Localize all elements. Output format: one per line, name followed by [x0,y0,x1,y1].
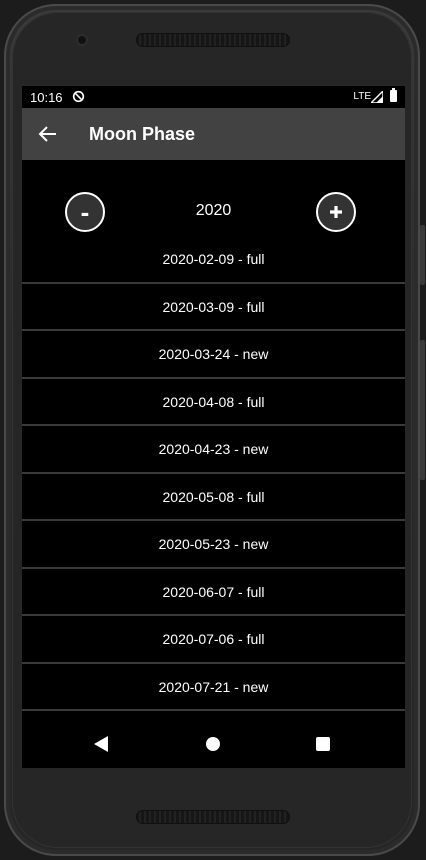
list-item[interactable]: 2020-05-08 - full [22,474,405,521]
network-type: LTE [353,91,371,102]
sync-icon [72,90,85,103]
app-bar: Moon Phase [22,108,405,160]
status-bar: 10:16 LTE [22,86,405,108]
status-time: 10:16 [30,90,63,105]
battery-icon [390,88,397,102]
list-item[interactable]: 2020-03-09 - full [22,284,405,331]
list-item[interactable]: 2020-05-23 - new [22,521,405,569]
list-item[interactable]: 2020-04-08 - full [22,379,405,426]
top-speaker [136,33,290,47]
screen: 10:16 LTE Moon Phase - 2020 2020-02-09 -… [22,86,405,768]
increment-year-button[interactable] [316,192,356,232]
bottom-speaker [136,810,290,824]
signal-icon [371,91,383,103]
year-selector: - 2020 [22,190,405,238]
list-item[interactable]: 2020-03-24 - new [22,331,405,379]
plus-icon [330,206,342,218]
power-button [420,225,425,285]
list-item[interactable]: 2020-07-21 - new [22,664,405,711]
list-item[interactable]: 2020-04-23 - new [22,426,405,474]
nav-home-icon[interactable] [206,737,220,751]
arrow-left-icon[interactable] [36,122,60,146]
list-item[interactable]: 2020-07-06 - full [22,616,405,664]
nav-recents-icon[interactable] [316,737,330,751]
list-item[interactable]: 2020-02-09 - full [22,236,405,284]
phase-list: 2020-02-09 - full 2020-03-09 - full 2020… [22,236,405,711]
front-camera [78,36,86,44]
nav-back-icon[interactable] [94,736,108,752]
volume-button [420,340,425,480]
page-title: Moon Phase [89,124,196,144]
list-item[interactable]: 2020-06-07 - full [22,569,405,616]
